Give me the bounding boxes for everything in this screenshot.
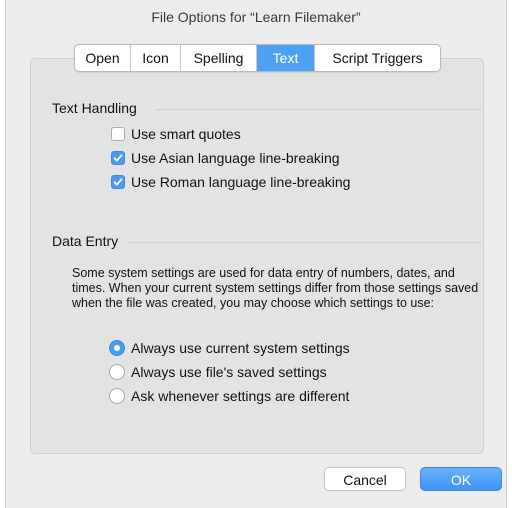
ask-settings-radio[interactable]: [109, 388, 125, 404]
ask-settings-label: Ask whenever settings are different: [131, 388, 350, 404]
smart-quotes-checkbox[interactable]: [111, 127, 125, 141]
current-system-settings-option[interactable]: Always use current system settings: [109, 340, 350, 356]
ask-settings-option[interactable]: Ask whenever settings are different: [109, 388, 349, 404]
asian-line-breaking-checkbox[interactable]: [111, 151, 125, 165]
data-entry-description: Some system settings are used for data e…: [72, 266, 479, 310]
checkmark-icon: [113, 178, 123, 186]
data-entry-title: Data Entry: [52, 233, 119, 249]
checkmark-icon: [113, 154, 123, 162]
text-handling-title: Text Handling: [52, 100, 137, 116]
ok-button[interactable]: OK: [420, 467, 502, 491]
asian-line-breaking-option[interactable]: Use Asian language line-breaking: [111, 150, 340, 166]
smart-quotes-option[interactable]: Use smart quotes: [111, 126, 241, 142]
tab-icon[interactable]: Icon: [131, 45, 181, 71]
tab-open[interactable]: Open: [75, 45, 131, 71]
current-system-settings-label: Always use current system settings: [131, 340, 350, 356]
smart-quotes-label: Use smart quotes: [131, 126, 241, 142]
text-handling-divider: [156, 109, 482, 110]
cancel-button[interactable]: Cancel: [324, 467, 406, 491]
tab-bar: Open Icon Spelling Text Script Triggers: [74, 44, 441, 72]
file-saved-settings-radio[interactable]: [109, 364, 125, 380]
file-saved-settings-label: Always use file's saved settings: [131, 364, 327, 380]
tab-text[interactable]: Text: [257, 45, 315, 71]
roman-line-breaking-label: Use Roman language line-breaking: [131, 174, 351, 190]
asian-line-breaking-label: Use Asian language line-breaking: [131, 150, 340, 166]
window-title: File Options for “Learn Filemaker”: [151, 9, 361, 25]
tab-spelling[interactable]: Spelling: [181, 45, 257, 71]
current-system-settings-radio[interactable]: [109, 340, 125, 356]
roman-line-breaking-checkbox[interactable]: [111, 175, 125, 189]
tab-script-triggers[interactable]: Script Triggers: [315, 45, 440, 71]
roman-line-breaking-option[interactable]: Use Roman language line-breaking: [111, 174, 350, 190]
data-entry-divider: [128, 242, 482, 243]
file-saved-settings-option[interactable]: Always use file's saved settings: [109, 364, 327, 380]
file-options-dialog: File Options for “Learn Filemaker” Open …: [5, 0, 507, 508]
